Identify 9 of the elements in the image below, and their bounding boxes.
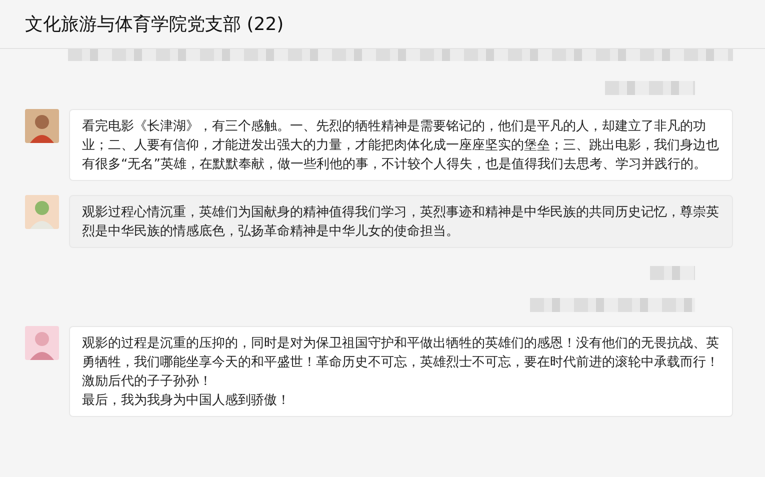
- avatar[interactable]: [25, 326, 59, 360]
- blurred-text: [650, 266, 695, 280]
- message-text: 观影的过程是沉重的压抑的，同时是对为保卫祖国守护和平做出牺牲的英雄们的感恩！没有他们的无畏抗战、英勇牺牲，我们哪能坐享今天的和平盛世！革命历史不可忘，英雄烈士不可忘，要在时代前进的滚轮中承载而行！激励后代的子子孙孙！: [82, 335, 720, 391]
- message-text: 观影过程心情沉重，英雄们为国献身的精神值得我们学习，英烈事迹和精神是中华民族的共同历史记忆，尊崇英烈是中华民族的情感底色，弘扬革命精神是中华儿女的使命担当。: [82, 204, 720, 241]
- avatar[interactable]: [25, 195, 59, 229]
- message-text: 看完电影《长津湖》，有三个感触。一、先烈的牺牲精神是需要铭记的，他们是平凡的人，却建立了非凡的功业；二、人要有信仰，才能迸发出强大的力量，才能把肉体化成一座座坚实的堡垒；三、跳出电影，我们身边也有很多“无名”英雄，在默默奉献，做一些利他的事，不计较个人得失，也是值得我们去思考、学习并践行的。: [82, 118, 720, 174]
- avatar[interactable]: [25, 109, 59, 143]
- chat-title: 文化旅游与体育学院党支部 (22): [25, 12, 284, 36]
- message-text: 最后，我为我身为中国人感到骄傲！: [82, 392, 291, 410]
